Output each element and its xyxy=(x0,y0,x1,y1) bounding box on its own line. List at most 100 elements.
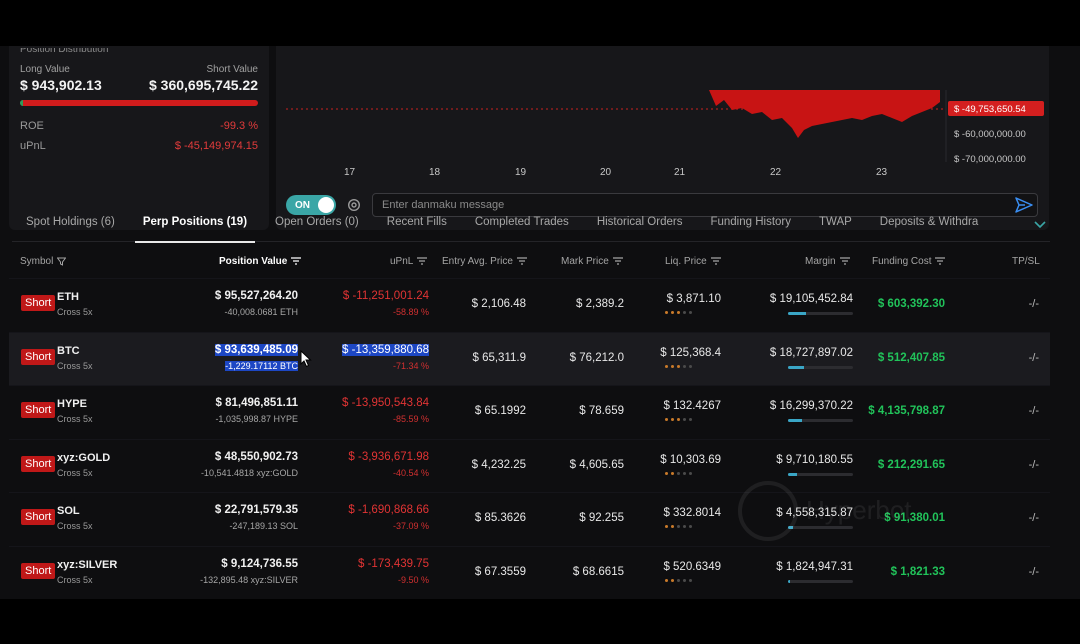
table-header: Symbol Position Value uPnL Entry Avg. Pr… xyxy=(9,244,1050,278)
upnl-percent: -58.89 % xyxy=(392,307,429,317)
mark-price: $ 2,389.2 xyxy=(576,298,624,310)
risk-dot xyxy=(689,525,692,528)
col-funding-cost-label: Funding Cost xyxy=(872,255,932,267)
risk-dot xyxy=(671,525,674,528)
margin-usage-fill xyxy=(788,312,806,315)
tab-recent-fills[interactable]: Recent Fills xyxy=(373,206,461,242)
chevron-down-icon[interactable] xyxy=(1034,217,1046,235)
col-funding-cost[interactable]: Funding Cost xyxy=(872,255,946,267)
risk-dot xyxy=(665,578,668,582)
tab-funding-history[interactable]: Funding History xyxy=(696,206,805,242)
upnl-percent: -71.34 % xyxy=(392,360,429,371)
tab-completed-trades[interactable]: Completed Trades xyxy=(461,206,583,242)
tpsl-edit[interactable]: -/- xyxy=(1029,352,1039,364)
tab-deposits-withdra[interactable]: Deposits & Withdra xyxy=(866,206,992,242)
position-value: $ 22,791,579.35 xyxy=(214,504,298,516)
side-badge: Short xyxy=(21,295,56,311)
value-labels: Long Value Short Value xyxy=(20,64,258,75)
col-margin[interactable]: Margin xyxy=(805,256,850,267)
col-liq-price[interactable]: Liq. Price xyxy=(665,256,721,267)
liq-risk-indicator xyxy=(665,471,692,475)
symbol-name[interactable]: SOL xyxy=(57,505,80,517)
upnl-percent: -9.50 % xyxy=(397,574,429,585)
tab-perp-positions-19[interactable]: Perp Positions (19) xyxy=(129,206,261,243)
entry-price: $ 65.1992 xyxy=(474,405,526,417)
table-row[interactable]: Short BTC Cross 5x $ 93,639,485.09 -1,229.17… xyxy=(9,331,1050,385)
tab-spot-holdings-6[interactable]: Spot Holdings (6) xyxy=(12,206,129,242)
upnl-percent: -37.09 % xyxy=(392,521,429,531)
short-value-label: Short Value xyxy=(206,64,258,75)
portfolio-screen: Position Distribution Long Value Short V… xyxy=(0,46,1080,599)
tab-historical-orders[interactable]: Historical Orders xyxy=(583,206,697,242)
risk-dot xyxy=(683,364,686,368)
value-numbers: $ 943,902.13 $ 360,695,745.22 xyxy=(20,77,258,93)
filter-icon[interactable] xyxy=(57,257,67,266)
long-ratio-fill xyxy=(20,100,23,106)
tab-twap[interactable]: TWAP xyxy=(805,206,866,242)
upnl-value: $ -13,359,880.68 xyxy=(342,343,429,356)
x-tick-label: 20 xyxy=(600,167,612,178)
tpsl-edit[interactable]: -/- xyxy=(1029,459,1039,471)
upnl-percent: -40.54 % xyxy=(392,467,429,478)
x-tick-label: 23 xyxy=(876,167,888,178)
funding-cost: $ 512,407.85 xyxy=(877,351,945,364)
side-badge: Short xyxy=(21,509,56,525)
pnl-chart-card: 17 18 19 20 21 22 23 $ -60,000,000.00 $ -70,000… xyxy=(276,46,1049,230)
mark-price: $ 68.6615 xyxy=(572,565,624,578)
side-badge: Short xyxy=(21,562,56,579)
col-entry-price[interactable]: Entry Avg. Price xyxy=(442,256,527,267)
table-row[interactable]: Short ETH Cross 5x $ 95,527,264.20 -40,008.0… xyxy=(9,278,1050,332)
tpsl-edit[interactable]: -/- xyxy=(1029,566,1039,578)
roe-value: -99.3 % xyxy=(220,120,258,132)
symbol-name[interactable]: xyz:GOLD xyxy=(57,452,110,464)
risk-dot xyxy=(665,311,668,314)
col-entry-price-label: Entry Avg. Price xyxy=(442,255,513,267)
margin-usage-bar xyxy=(788,579,853,583)
symbol-name[interactable]: HYPE xyxy=(57,398,87,410)
mouse-cursor-icon xyxy=(300,350,312,368)
risk-dot xyxy=(677,364,680,368)
symbol-name[interactable]: BTC xyxy=(57,345,80,357)
col-mark-price-label: Mark Price xyxy=(561,255,609,267)
col-upnl[interactable]: uPnL xyxy=(390,256,428,267)
card-title: Position Distribution xyxy=(20,48,109,55)
table-row[interactable]: Short xyz:SILVER Cross 5x $ 9,124,736.55 -13… xyxy=(9,545,1050,600)
liq-price: $ 332.8014 xyxy=(663,507,721,519)
tpsl-edit[interactable]: -/- xyxy=(1029,405,1039,417)
margin-usage-fill xyxy=(788,419,803,422)
leverage-label: Cross 5x xyxy=(57,574,93,585)
risk-dot xyxy=(677,311,680,314)
risk-dot xyxy=(671,364,674,368)
margin-value: $ 1,824,947.31 xyxy=(776,560,853,573)
side-badge: Short xyxy=(21,348,56,365)
col-symbol[interactable]: Symbol xyxy=(20,256,67,267)
tpsl-edit[interactable]: -/- xyxy=(1029,512,1039,524)
long-value-label: Long Value xyxy=(20,64,70,75)
tpsl-edit[interactable]: -/- xyxy=(1029,298,1039,310)
margin-value: $ 19,105,452.84 xyxy=(769,293,853,305)
table-row[interactable]: Short HYPE Cross 5x $ 81,496,851.11 -1,035,9… xyxy=(9,385,1050,439)
margin-value: $ 9,710,180.55 xyxy=(776,453,853,466)
col-position-value[interactable]: Position Value xyxy=(219,256,302,267)
tab-open-orders-0[interactable]: Open Orders (0) xyxy=(261,206,373,242)
upnl-value: $ -1,690,868.66 xyxy=(348,504,429,516)
position-size: -40,008.0681 ETH xyxy=(224,307,298,317)
col-mark-price[interactable]: Mark Price xyxy=(561,256,623,267)
symbol-name[interactable]: ETH xyxy=(57,291,79,303)
leverage-label: Cross 5x xyxy=(57,307,93,317)
x-tick-label: 21 xyxy=(674,167,686,178)
liq-price: $ 520.6349 xyxy=(663,560,721,573)
symbol-name[interactable]: xyz:SILVER xyxy=(57,559,117,571)
position-size: -1,229.17112 BTC xyxy=(225,360,298,371)
liq-price: $ 125,368.4 xyxy=(660,346,721,359)
risk-dot xyxy=(665,418,668,421)
pnl-area xyxy=(709,90,940,138)
sort-icon xyxy=(839,257,850,265)
upnl-value: $ -11,251,001.24 xyxy=(342,290,429,302)
risk-dot xyxy=(683,418,686,421)
y-tick-label: $ -60,000,000.00 xyxy=(954,129,1026,140)
liq-risk-indicator xyxy=(665,311,692,314)
roe-label: ROE xyxy=(20,120,44,132)
liq-risk-indicator xyxy=(665,525,692,528)
risk-dot xyxy=(683,311,686,314)
